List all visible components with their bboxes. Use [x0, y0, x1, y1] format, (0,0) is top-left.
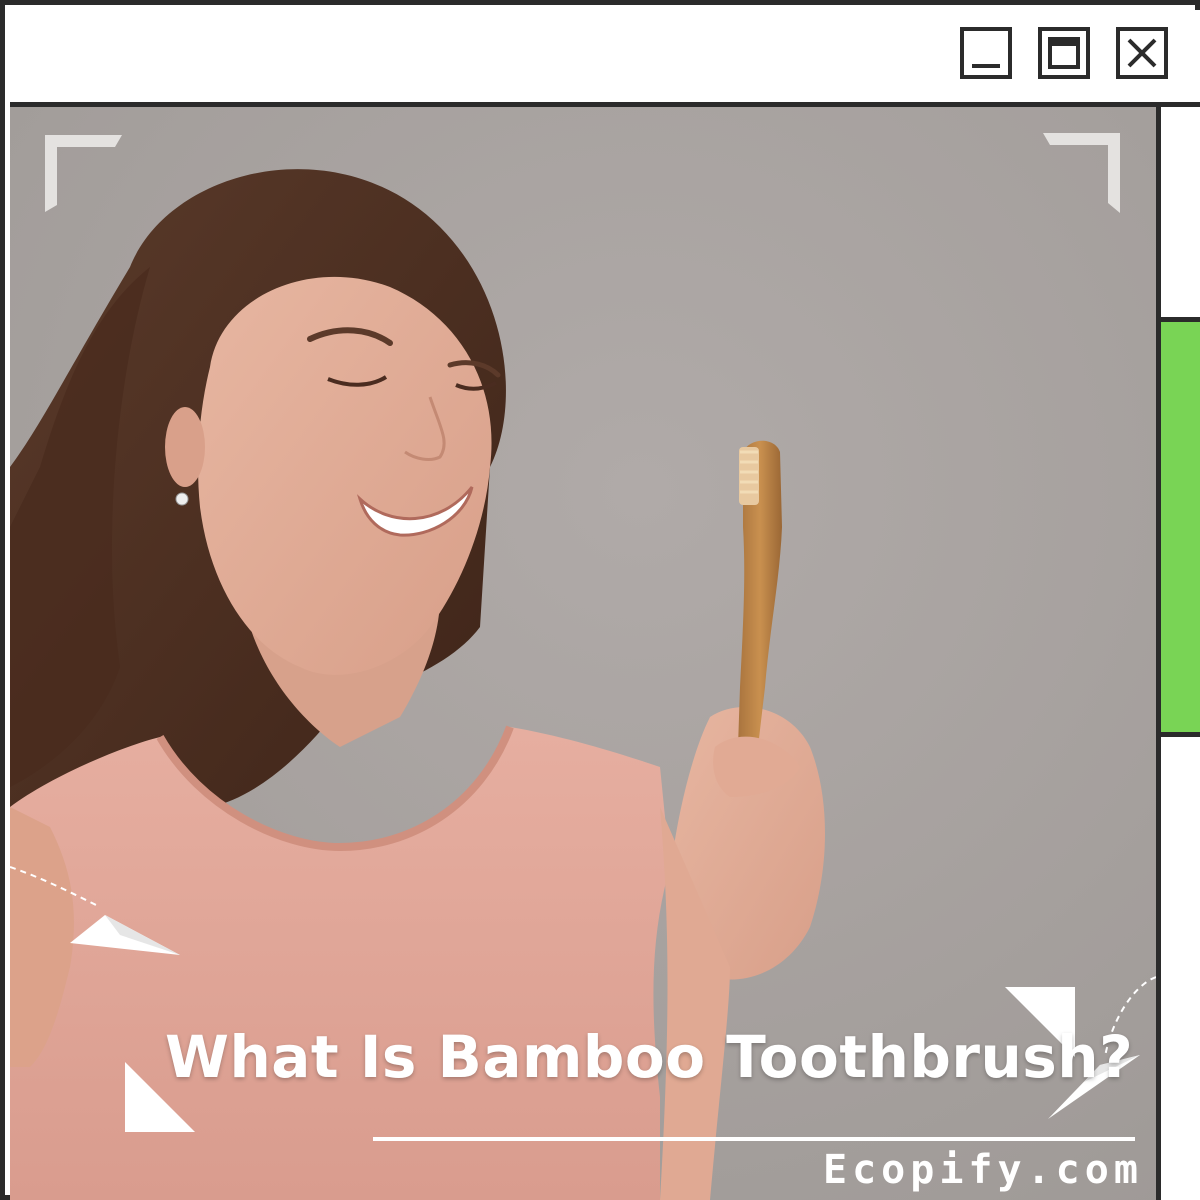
minimize-button[interactable]	[960, 27, 1012, 79]
maximize-button[interactable]	[1038, 27, 1090, 79]
minimize-icon	[972, 64, 1000, 68]
close-button[interactable]	[1116, 27, 1168, 79]
headline-divider	[373, 1137, 1135, 1141]
vertical-scrollbar[interactable]	[1156, 107, 1200, 1200]
app-window: What Is Bamboo Toothbrush? Ecopify.com	[0, 0, 1200, 1200]
close-icon	[1127, 38, 1157, 68]
maximize-icon	[1048, 37, 1080, 69]
site-name[interactable]: Ecopify.com	[823, 1147, 1143, 1193]
title-bar	[10, 10, 1200, 107]
headline: What Is Bamboo Toothbrush?	[165, 1023, 1134, 1091]
scrollbar-thumb[interactable]	[1161, 317, 1200, 737]
content-viewport: What Is Bamboo Toothbrush? Ecopify.com	[10, 107, 1156, 1200]
